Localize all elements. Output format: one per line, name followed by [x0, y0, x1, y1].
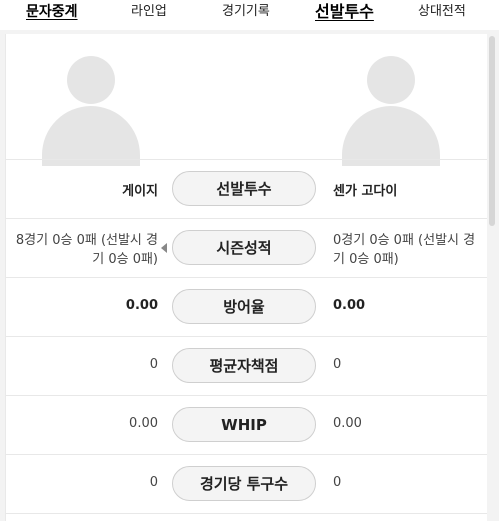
stat-row-season-record: 8경기 0승 0패 (선발시 경 기 0승 0패) 시즌성적 0경기 0승 0패… [6, 219, 488, 277]
user-silhouette-icon [367, 56, 415, 104]
left-pitches-per-game: 0 [149, 475, 158, 490]
left-era: 0.00 [125, 298, 158, 313]
avatar-left-pitcher [39, 56, 140, 166]
left-pitcher-name: 게이지 [122, 184, 158, 199]
stat-label-button[interactable]: WHIP [172, 407, 316, 442]
right-season-record: 0경기 0승 0패 (선발시 경 기 0승 0패) [333, 231, 475, 269]
left-season-line1: 8경기 0승 0패 (선발시 경 [15, 233, 158, 248]
left-season-record: 8경기 0승 0패 (선발시 경 기 0승 0패) [16, 231, 158, 269]
stat-label-button[interactable]: 평균자책점 [172, 348, 316, 383]
left-whip: 0.00 [129, 416, 158, 431]
avatar-right-pitcher [339, 56, 440, 166]
stat-row-whip: 0.00 WHIP 0.00 [6, 396, 488, 454]
stat-row-starting-pitcher: 게이지 선발투수 센가 고다이 [6, 160, 488, 218]
stat-row-era: 0.00 방어율 0.00 [6, 278, 488, 336]
triangle-left-icon[interactable] [161, 243, 167, 253]
right-pitcher-name: 센가 고다이 [333, 184, 398, 199]
top-tab-bar: 문자중계 라인업 경기기록 선발투수 상대전적 [0, 0, 499, 30]
tab-head-to-head[interactable]: 상대전적 [418, 0, 466, 26]
divider [6, 513, 488, 514]
right-whip: 0.00 [333, 416, 362, 431]
right-pitches-per-game: 0 [333, 475, 342, 490]
stat-label-button[interactable]: 경기당 투구수 [172, 466, 316, 501]
right-season-line1: 0경기 0승 0패 (선발시 경 [333, 233, 476, 248]
tab-game-record[interactable]: 경기기록 [222, 0, 270, 26]
left-avg-earned-runs: 0 [149, 357, 158, 372]
tab-text-relay[interactable]: 문자중계 [26, 0, 78, 26]
right-season-line2: 기 0승 0패) [333, 252, 399, 267]
scrollbar-thumb[interactable] [489, 36, 495, 226]
stat-label-button[interactable]: 시즌성적 [172, 230, 316, 265]
stat-label-button[interactable]: 방어율 [172, 289, 316, 324]
stat-row-avg-earned-runs: 0 평균자책점 0 [6, 337, 488, 395]
stat-row-pitches-per-game: 0 경기당 투구수 0 [6, 455, 488, 513]
right-avg-earned-runs: 0 [333, 357, 342, 372]
user-silhouette-icon [67, 56, 115, 104]
left-season-line2: 기 0승 0패) [92, 252, 158, 267]
pitcher-comparison-panel: 게이지 선발투수 센가 고다이 8경기 0승 0패 (선발시 경 기 0승 0패… [5, 34, 489, 521]
tab-starting-pitcher[interactable]: 선발투수 [315, 0, 374, 26]
avatar-body [342, 106, 440, 166]
stat-label-button[interactable]: 선발투수 [172, 171, 316, 206]
right-era: 0.00 [333, 298, 366, 313]
tab-lineup[interactable]: 라인업 [131, 0, 167, 26]
avatar-body [42, 106, 140, 166]
